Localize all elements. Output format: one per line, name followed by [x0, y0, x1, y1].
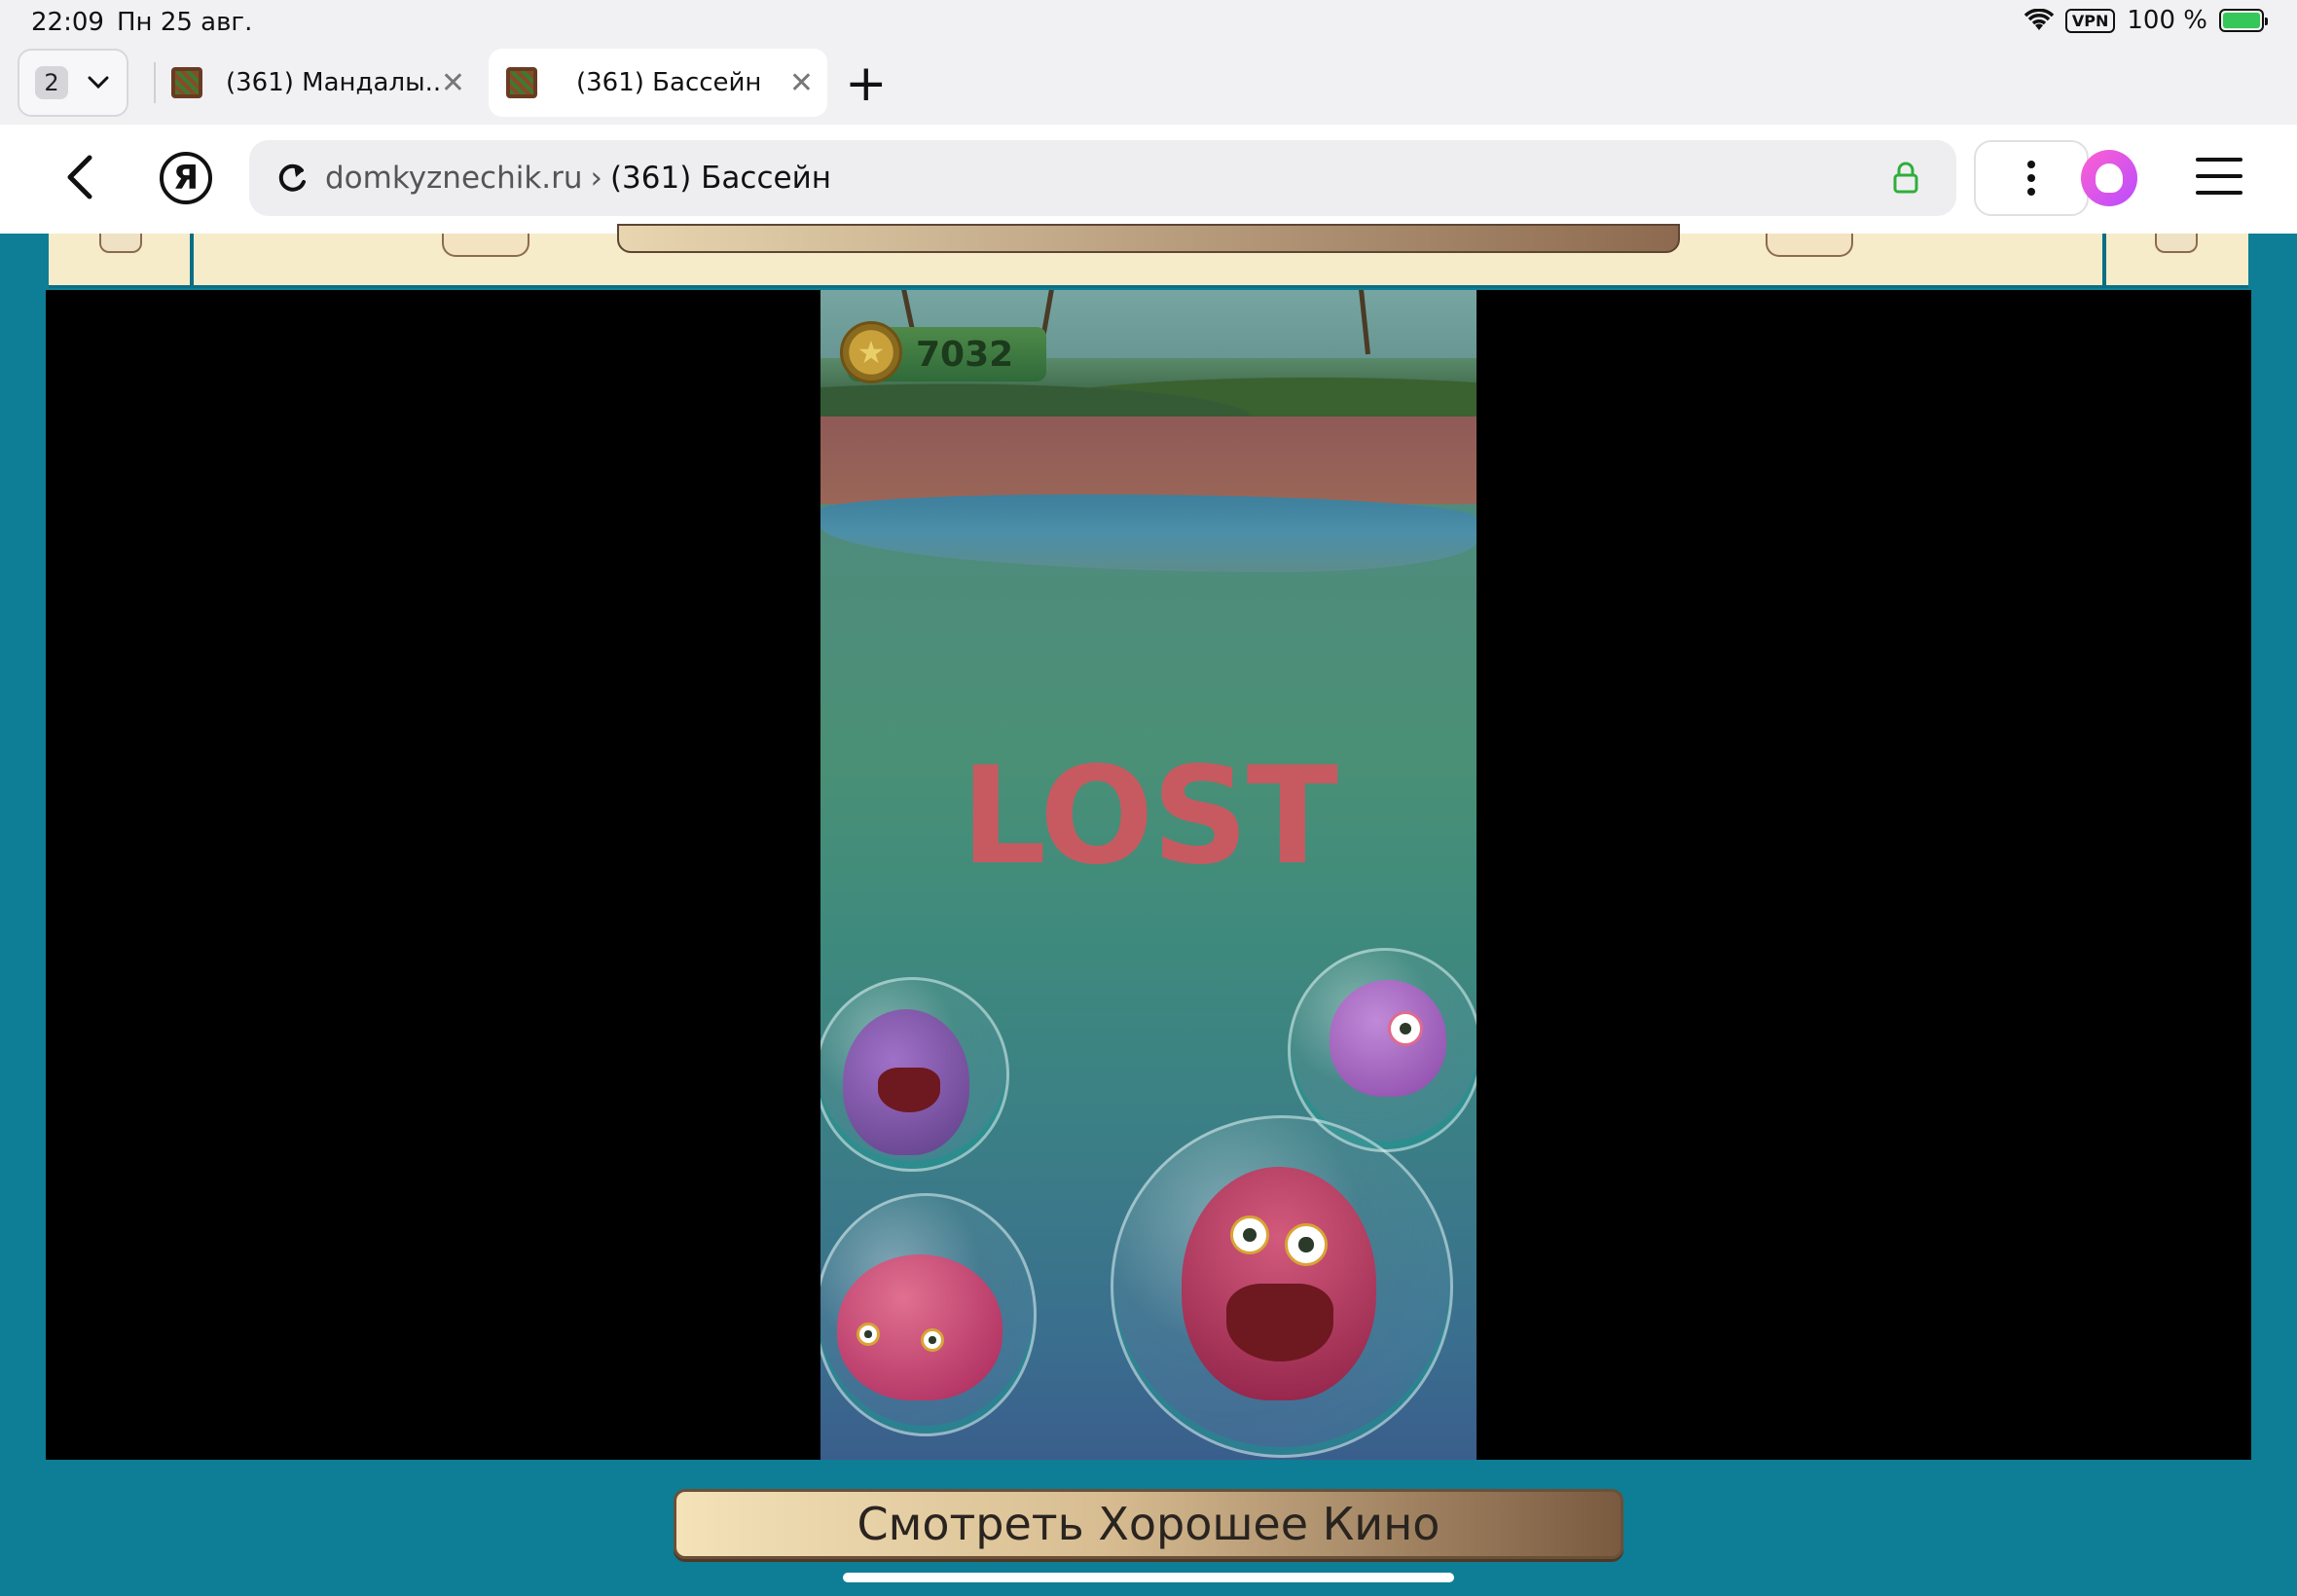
status-bar: 22:09 Пн 25 авг. VPN 100 % — [0, 0, 2297, 45]
vertical-dots-icon — [2027, 161, 2035, 196]
url-domain: domkyznechik.ru — [325, 161, 583, 196]
navigation-bar: Я domkyznechik.ru › (361) Бассейн — [0, 125, 2297, 234]
monster-bubble[interactable] — [820, 977, 1009, 1172]
chevron-down-icon — [88, 76, 109, 90]
alice-assistant-icon[interactable] — [2081, 150, 2137, 206]
game-canvas[interactable]: ★ 7032 LOST — [820, 290, 1477, 1460]
game-result-text: LOST — [961, 738, 1338, 894]
status-date: Пн 25 авг. — [117, 8, 253, 37]
purple-monster — [1330, 980, 1446, 1097]
monster-mouth — [1226, 1284, 1333, 1361]
banner-decoration — [1766, 234, 1853, 257]
vpn-badge: VPN — [2064, 8, 2116, 33]
battery-icon — [2219, 9, 2268, 32]
banner-divider — [190, 234, 194, 288]
url-separator: › — [590, 161, 602, 196]
banner-decoration — [2155, 234, 2198, 253]
tab-switcher-button[interactable]: 2 — [18, 49, 128, 117]
tab-mandaly[interactable]: (361) Мандалы... ✕ — [167, 49, 479, 117]
tab-divider — [154, 62, 156, 103]
monster-bubble[interactable] — [820, 1193, 1037, 1436]
yandex-logo-icon[interactable]: Я — [160, 152, 212, 204]
tab-title: (361) Мандалы... — [226, 68, 441, 97]
reload-icon[interactable] — [273, 159, 311, 198]
new-tab-plus-icon[interactable]: + — [845, 54, 888, 113]
hamburger-menu-icon[interactable] — [2196, 158, 2242, 199]
site-favicon-icon — [506, 67, 537, 98]
monster-mouth — [878, 1068, 940, 1112]
game-water-surface — [820, 494, 1477, 572]
address-bar[interactable]: domkyznechik.ru › (361) Бассейн — [249, 140, 1956, 216]
game-shore — [820, 417, 1477, 504]
battery-percent: 100 % — [2127, 6, 2207, 35]
close-icon[interactable]: ✕ — [789, 66, 814, 100]
coin-counter: ★ 7032 — [840, 321, 1046, 383]
monster-eye — [857, 1323, 880, 1346]
monster-eye — [1230, 1215, 1269, 1254]
more-options-button[interactable] — [1974, 140, 2089, 216]
banner-plank-clipped — [617, 224, 1680, 253]
banner-decoration — [99, 234, 142, 253]
status-indicators: VPN 100 % — [2024, 6, 2268, 35]
game-frame[interactable]: ★ 7032 LOST — [46, 290, 2251, 1460]
monster-eye — [1388, 1011, 1423, 1046]
watch-movies-button[interactable]: Смотреть Хорошее Кино — [674, 1489, 1623, 1559]
wifi-icon — [2024, 9, 2054, 30]
banner-divider — [2102, 234, 2106, 288]
tab-bar: 2 (361) Мандалы... ✕ (361) Бассейн ✕ + — [0, 45, 2297, 125]
banner-decoration — [442, 234, 529, 257]
close-icon[interactable]: ✕ — [441, 66, 465, 100]
home-indicator[interactable] — [843, 1573, 1454, 1582]
star-coin-icon: ★ — [840, 321, 902, 383]
status-time: 22:09 — [31, 8, 104, 37]
monster-bubble[interactable] — [1111, 1115, 1453, 1458]
tab-title: (361) Бассейн — [576, 68, 762, 97]
url-page-title: (361) Бассейн — [609, 161, 831, 196]
monster-eye — [1285, 1223, 1328, 1266]
coin-value: 7032 — [916, 335, 1014, 375]
lock-icon[interactable] — [1892, 161, 1919, 194]
page-header-banner — [49, 224, 2248, 288]
site-favicon-icon — [171, 67, 202, 98]
monster-eye — [921, 1328, 944, 1352]
tab-basseyn-active[interactable]: (361) Бассейн ✕ — [489, 49, 827, 117]
back-arrow-icon[interactable] — [53, 148, 111, 206]
tab-count: 2 — [35, 66, 68, 99]
